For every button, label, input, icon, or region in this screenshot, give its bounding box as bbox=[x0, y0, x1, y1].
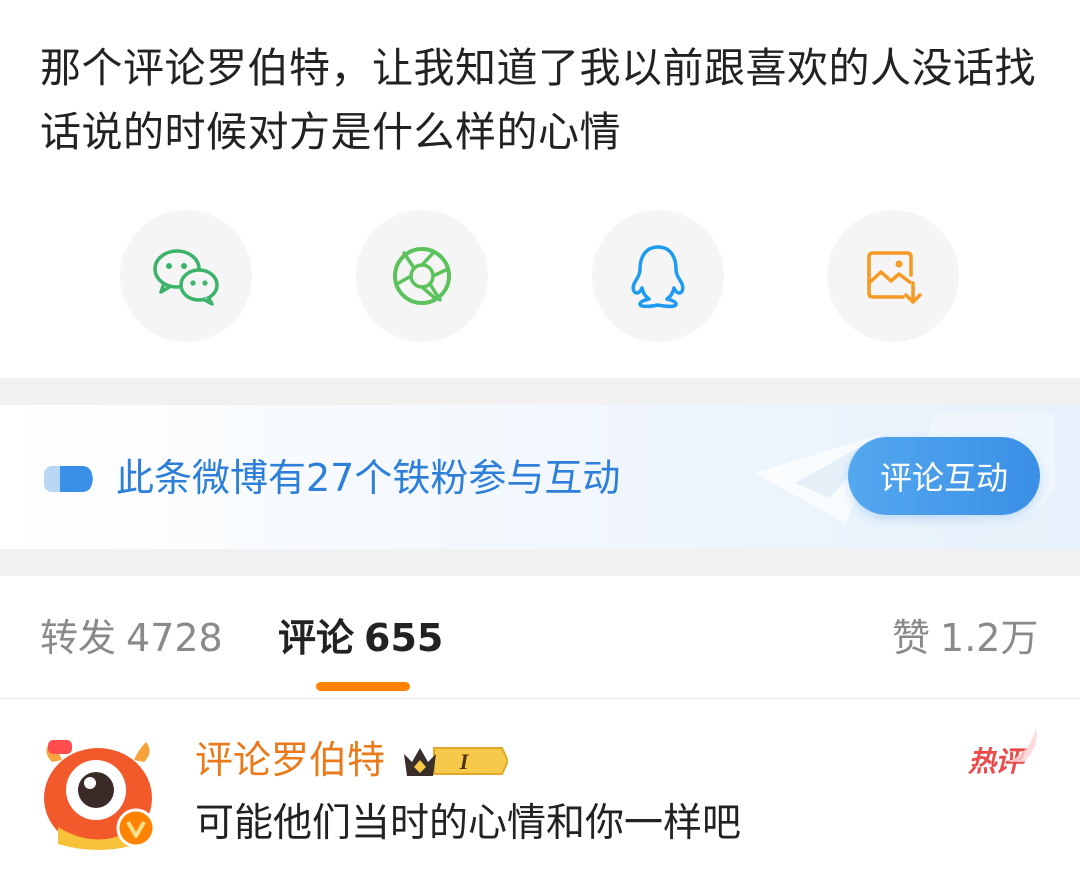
save-image-icon bbox=[863, 245, 923, 307]
badge-level: I bbox=[459, 749, 470, 774]
tab-count: 4728 bbox=[126, 616, 223, 660]
section-divider bbox=[0, 549, 1080, 576]
hot-tag-decoration bbox=[1008, 728, 1037, 762]
fan-interaction-text: 此条微博有27个铁粉参与互动 bbox=[116, 456, 621, 500]
post-text: 那个评论罗伯特，让我知道了我以前跟喜欢的人没话找话说的时候对方是什么样的心情 bbox=[40, 44, 1036, 156]
qq-icon bbox=[628, 243, 688, 309]
moments-icon bbox=[390, 244, 454, 308]
tab-likes[interactable]: 赞 1.2万 bbox=[892, 613, 1038, 663]
tab-comments[interactable]: 评论 655 bbox=[278, 613, 443, 663]
fan-interaction-icon bbox=[44, 466, 93, 492]
section-divider bbox=[0, 378, 1080, 405]
tab-count: 655 bbox=[364, 616, 444, 660]
tab-label: 赞 bbox=[892, 616, 931, 660]
tab-label: 评论 bbox=[278, 616, 355, 660]
save-image-button[interactable] bbox=[827, 210, 959, 342]
iron-fan-badge: I bbox=[404, 747, 508, 776]
weibo-post-page: 那个评论罗伯特，让我知道了我以前跟喜欢的人没话找话说的时候对方是什么样的心情 此… bbox=[0, 0, 1080, 872]
commenter-name[interactable]: 评论罗伯特 bbox=[195, 737, 385, 783]
tab-count: 1.2万 bbox=[940, 616, 1039, 660]
comment-interaction-button[interactable]: 评论互动 bbox=[848, 437, 1040, 515]
share-moments-button[interactable] bbox=[356, 210, 488, 342]
tab-label: 转发 bbox=[40, 616, 117, 660]
share-wechat-button[interactable] bbox=[120, 210, 252, 342]
tabs-divider bbox=[0, 698, 1080, 699]
share-qq-button[interactable] bbox=[592, 210, 724, 342]
tab-reposts[interactable]: 转发 4728 bbox=[40, 613, 223, 663]
avatar[interactable] bbox=[38, 732, 158, 852]
comment-text: 可能他们当时的心情和你一样吧 bbox=[195, 801, 742, 846]
active-tab-indicator bbox=[316, 682, 410, 691]
wechat-icon bbox=[150, 244, 222, 308]
